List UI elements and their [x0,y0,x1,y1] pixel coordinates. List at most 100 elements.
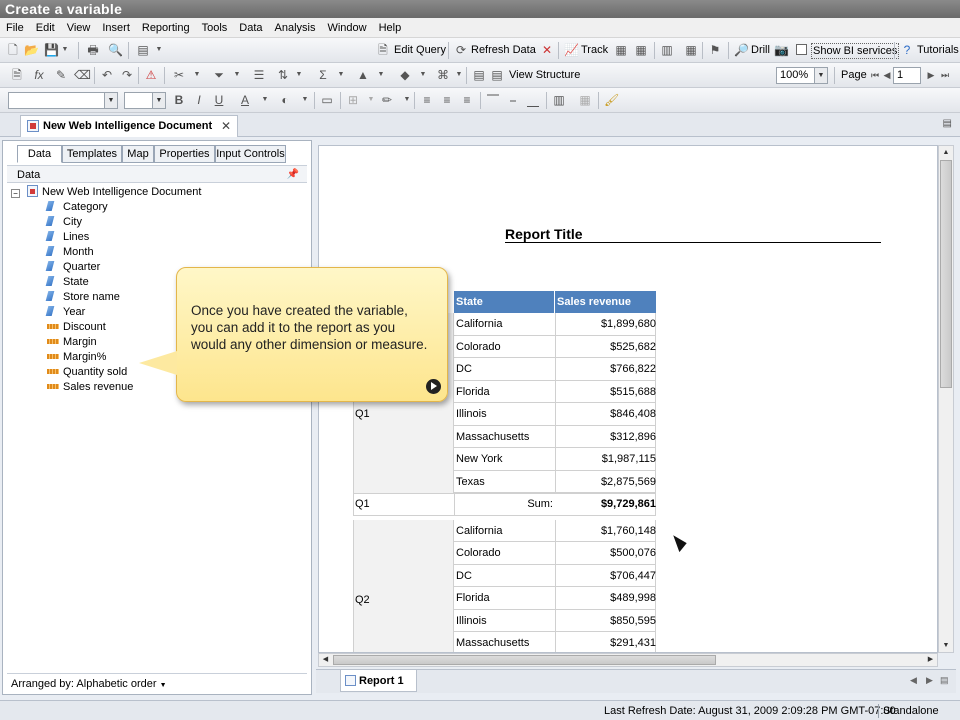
find-icon[interactable]: 🔍 [108,43,123,57]
next-page-icon[interactable]: ▶ [924,68,938,82]
align-center-icon[interactable]: ≡ [440,93,454,107]
cut-dropdown-icon[interactable]: ▼ [190,68,204,82]
break-icon[interactable]: ☰ [252,68,266,82]
dimension-item[interactable]: Store name [45,290,120,305]
state-cell[interactable]: Florida [456,587,490,609]
revenue-cell[interactable]: $846,408 [555,403,656,425]
page-number-input[interactable]: 1 [893,67,921,84]
state-cell[interactable]: Florida [456,381,490,403]
zoom-select[interactable]: 100% ▼ [776,67,828,84]
font-size-select[interactable]: ▼ [124,92,166,109]
chevron-down-icon[interactable]: ▼ [814,68,827,83]
show-bi-services-label[interactable]: Show BI services [811,43,900,59]
formula-icon[interactable]: fx [32,68,46,82]
report-list-icon[interactable]: ▤ [940,675,949,686]
underline-icon[interactable]: U [212,93,226,107]
italic-icon[interactable]: I [192,93,206,107]
view-structure-icon[interactable]: ▤ [472,68,486,82]
sort-icon[interactable]: ⇅ [276,68,290,82]
edit-query-button[interactable]: Edit Query [394,43,446,57]
insert-icon[interactable]: 🗎 [10,68,24,82]
format-painter-icon[interactable]: 🖌 [604,93,619,107]
scroll-up-icon[interactable]: ▲ [939,146,953,159]
quarter-cell[interactable] [353,519,454,652]
menu-data[interactable]: Data [233,18,268,38]
scroll-thumb[interactable] [940,160,952,388]
state-cell[interactable]: Massachusetts [456,426,529,448]
menu-help[interactable]: Help [373,18,408,38]
dimension-item[interactable]: City [45,215,82,230]
font-color-icon[interactable]: A [238,93,252,107]
revenue-cell[interactable]: $312,896 [555,426,656,448]
align-middle-icon[interactable]: ⎯ [506,93,520,107]
collapse-icon[interactable]: − [11,189,20,198]
align-top-icon[interactable]: ⎺ [486,93,500,107]
font-color-dropdown-icon[interactable]: ▼ [258,93,272,107]
tutorials-button[interactable]: Tutorials [917,43,959,57]
ranking-icon[interactable]: ▲ [356,68,370,82]
chevron-down-icon[interactable]: ▼ [104,93,117,108]
dimension-item[interactable]: Quarter [45,260,100,275]
alerter-icon[interactable]: ◆ [398,68,412,82]
sum-quarter-label[interactable]: Q1 [355,493,370,515]
alert-icon[interactable]: ⚑ [708,43,722,57]
undo-icon[interactable]: ↶ [100,68,114,82]
revenue-cell[interactable]: $766,822 [555,358,656,380]
close-icon[interactable]: ✕ [221,116,231,136]
fill-color-dropdown-icon[interactable]: ▼ [298,93,312,107]
revenue-cell[interactable]: $500,076 [555,542,656,564]
sum-dropdown-icon[interactable]: ▼ [334,68,348,82]
scroll-right-icon[interactable]: ▶ [924,654,937,666]
turn-to-dropdown-icon[interactable]: ▼ [452,68,466,82]
tab-properties[interactable]: Properties [154,145,215,163]
variable-editor-icon[interactable]: ✎ [54,68,68,82]
play-icon[interactable] [426,379,441,394]
pin-icon[interactable]: 📌 [287,166,299,184]
save-dropdown-icon[interactable]: ▼ [58,43,72,57]
erase-icon[interactable]: ⌫ [74,68,91,82]
view-mode-icon[interactable]: ▤ [136,43,150,57]
merge-icon[interactable]: ▥ [552,93,566,107]
tree-root[interactable]: − New Web Intelligence Document [7,185,201,200]
revenue-cell[interactable]: $515,688 [555,381,656,403]
snapshot-icon[interactable]: 📷 [774,43,789,57]
measure-item[interactable]: Discount [47,320,106,335]
borders-icon[interactable]: ⊞ [346,93,360,107]
menu-window[interactable]: Window [321,18,372,38]
menu-file[interactable]: File [0,18,30,38]
state-cell[interactable]: California [456,313,502,335]
revenue-cell[interactable]: $291,431 [555,632,656,652]
filter-icon[interactable]: ⏷ [212,68,226,82]
filter-dropdown-icon[interactable]: ▼ [230,68,244,82]
purge-icon[interactable]: ✕ [540,43,554,57]
scroll-thumb[interactable] [333,655,716,665]
revenue-cell[interactable]: $706,447 [555,565,656,587]
dimension-item[interactable]: State [45,275,89,290]
state-cell[interactable]: New York [456,448,502,470]
drill-icon[interactable]: 🔎 [734,43,749,57]
tab-map[interactable]: Map [122,145,154,163]
state-cell[interactable]: DC [456,565,472,587]
vertical-scrollbar[interactable]: ▲ ▼ [938,145,954,653]
border-color-dropdown-icon[interactable]: ▼ [400,93,414,107]
track-button[interactable]: Track [581,43,608,57]
measure-item[interactable]: Margin [47,335,97,350]
menu-tools[interactable]: Tools [196,18,234,38]
revenue-cell[interactable]: $1,987,115 [555,448,656,470]
font-family-select[interactable]: ▼ [8,92,118,109]
revenue-cell[interactable]: $525,682 [555,336,656,358]
scroll-down-icon[interactable]: ▼ [939,639,953,652]
dimension-item[interactable]: Month [45,245,94,260]
state-cell[interactable]: California [456,520,502,542]
sort-dropdown-icon[interactable]: ▼ [292,68,306,82]
view-structure-button[interactable]: View Structure [509,68,580,82]
state-cell[interactable]: Illinois [456,403,487,425]
last-page-icon[interactable]: ⏭ [938,68,952,82]
dimension-item[interactable]: Year [45,305,85,320]
ranking-dropdown-icon[interactable]: ▼ [374,68,388,82]
tab-data[interactable]: Data [17,145,62,163]
chevron-down-icon[interactable]: ▼ [160,682,167,689]
cut-icon[interactable]: ✂ [172,68,186,82]
state-cell[interactable]: DC [456,358,472,380]
menu-reporting[interactable]: Reporting [136,18,196,38]
